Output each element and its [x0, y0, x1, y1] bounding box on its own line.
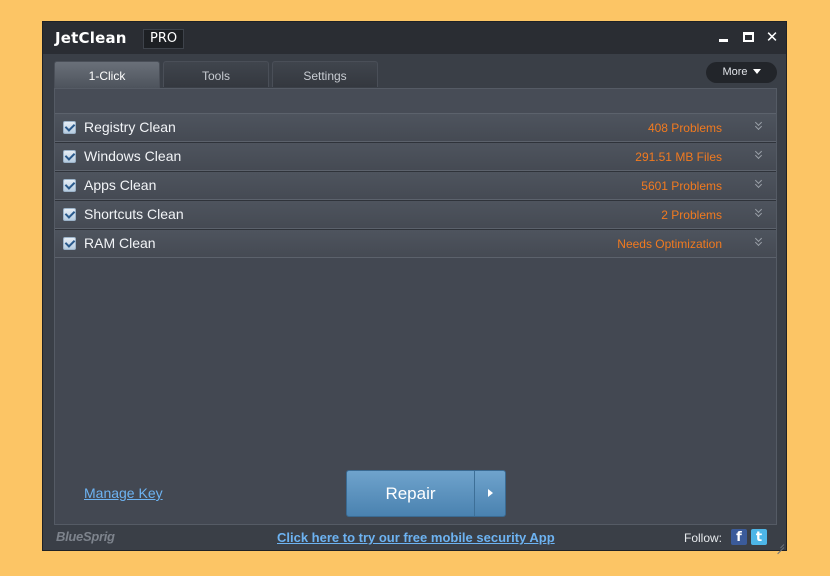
clean-item-label: Shortcuts Clean [84, 206, 184, 222]
registry-clean-checkbox[interactable] [63, 121, 76, 134]
clean-item-apps[interactable]: Apps Clean 5601 Problems [55, 171, 776, 200]
expand-chevron-icon[interactable] [754, 149, 764, 161]
manage-key-link[interactable]: Manage Key [84, 485, 163, 501]
maximize-icon[interactable] [740, 28, 756, 46]
clean-item-label: Windows Clean [84, 148, 182, 164]
clean-item-status: 2 Problems [661, 208, 722, 222]
clean-item-label: Apps Clean [84, 177, 157, 193]
app-window: JetClean PRO ✕ 1-Click Tools Settings Mo… [42, 21, 787, 551]
clean-item-shortcuts[interactable]: Shortcuts Clean 2 Problems [55, 200, 776, 229]
clean-item-ram[interactable]: RAM Clean Needs Optimization [55, 229, 776, 258]
clean-items-list: Registry Clean 408 Problems Windows Clea… [55, 113, 776, 258]
clean-item-status: 408 Problems [647, 121, 722, 135]
resize-grip-icon[interactable] [774, 538, 784, 548]
caret-down-icon [752, 69, 761, 74]
clean-item-status: 291.51 MB Files [635, 150, 722, 164]
clean-item-label: RAM Clean [84, 235, 156, 251]
clean-item-status: 5601 Problems [641, 179, 722, 193]
clean-items-panel: Registry Clean 408 Problems Windows Clea… [54, 88, 777, 525]
follow-label: Follow: [684, 531, 723, 545]
title-bar[interactable]: JetClean PRO ✕ [43, 22, 786, 54]
clean-item-windows[interactable]: Windows Clean 291.51 MB Files [55, 142, 776, 171]
app-title: JetClean [55, 29, 127, 47]
clean-item-registry[interactable]: Registry Clean 408 Problems [55, 113, 776, 142]
more-button[interactable]: More [706, 62, 777, 83]
facebook-icon[interactable]: f [731, 529, 747, 545]
tab-tools[interactable]: Tools [163, 61, 269, 87]
mobile-app-promo-link[interactable]: Click here to try our free mobile securi… [277, 530, 555, 545]
more-button-label: More [722, 66, 748, 78]
expand-chevron-icon[interactable] [754, 207, 764, 219]
brand-logo: BlueSprig [56, 529, 115, 544]
ram-clean-checkbox[interactable] [63, 237, 76, 250]
windows-clean-checkbox[interactable] [63, 150, 76, 163]
expand-chevron-icon[interactable] [754, 120, 764, 132]
tab-1-click[interactable]: 1-Click [54, 61, 160, 88]
close-icon[interactable]: ✕ [764, 28, 780, 46]
edition-badge: PRO [143, 29, 185, 49]
clean-item-label: Registry Clean [84, 119, 176, 135]
repair-button[interactable]: Repair [346, 470, 506, 517]
panel-header [55, 89, 776, 113]
twitter-icon[interactable]: t [751, 529, 767, 545]
shortcuts-clean-checkbox[interactable] [63, 208, 76, 221]
minimize-icon[interactable] [715, 28, 731, 46]
apps-clean-checkbox[interactable] [63, 179, 76, 192]
repair-button-label: Repair [385, 484, 436, 503]
footer: BlueSprig Click here to try our free mob… [43, 525, 786, 550]
expand-chevron-icon[interactable] [754, 178, 764, 190]
tab-settings[interactable]: Settings [272, 61, 378, 87]
expand-chevron-icon[interactable] [754, 236, 764, 248]
play-arrow-icon[interactable] [475, 471, 505, 516]
clean-item-status: Needs Optimization [617, 237, 722, 251]
